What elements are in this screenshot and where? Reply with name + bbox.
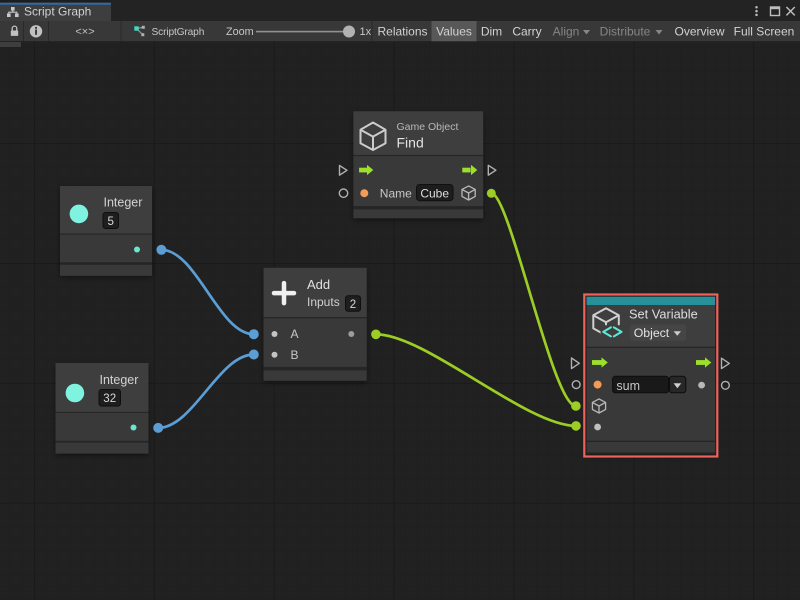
svg-text:Inputs: Inputs: [307, 295, 340, 309]
svg-text:Name: Name: [380, 187, 412, 201]
svg-text:Distribute: Distribute: [600, 24, 651, 38]
svg-text:Overview: Overview: [674, 24, 724, 38]
svg-text:32: 32: [103, 393, 116, 405]
svg-text:Set Variable: Set Variable: [629, 307, 698, 322]
svg-text:Game Object: Game Object: [397, 121, 459, 133]
svg-text:A: A: [291, 327, 299, 341]
svg-text:Full Screen: Full Screen: [734, 24, 795, 38]
svg-text:<×>: <×>: [75, 26, 94, 38]
svg-text:Cube: Cube: [420, 186, 449, 200]
svg-text:Integer: Integer: [104, 196, 143, 210]
svg-text:Values: Values: [436, 24, 472, 38]
svg-text:Align: Align: [553, 24, 580, 38]
svg-text:Carry: Carry: [512, 24, 541, 38]
svg-text:Zoom: Zoom: [226, 26, 254, 38]
svg-text:Object: Object: [634, 326, 670, 340]
svg-text:Relations: Relations: [377, 24, 427, 38]
svg-text:Add: Add: [307, 277, 330, 292]
svg-text:5: 5: [107, 216, 113, 228]
svg-text:Script Graph: Script Graph: [24, 5, 91, 19]
svg-text:2: 2: [350, 299, 356, 311]
svg-text:B: B: [291, 348, 299, 362]
svg-text:sum: sum: [616, 379, 640, 393]
svg-text:1x: 1x: [360, 26, 372, 38]
svg-text:ScriptGraph: ScriptGraph: [152, 27, 205, 38]
svg-text:Find: Find: [397, 135, 424, 151]
svg-text:Integer: Integer: [100, 373, 139, 387]
svg-text:Dim: Dim: [481, 24, 502, 38]
